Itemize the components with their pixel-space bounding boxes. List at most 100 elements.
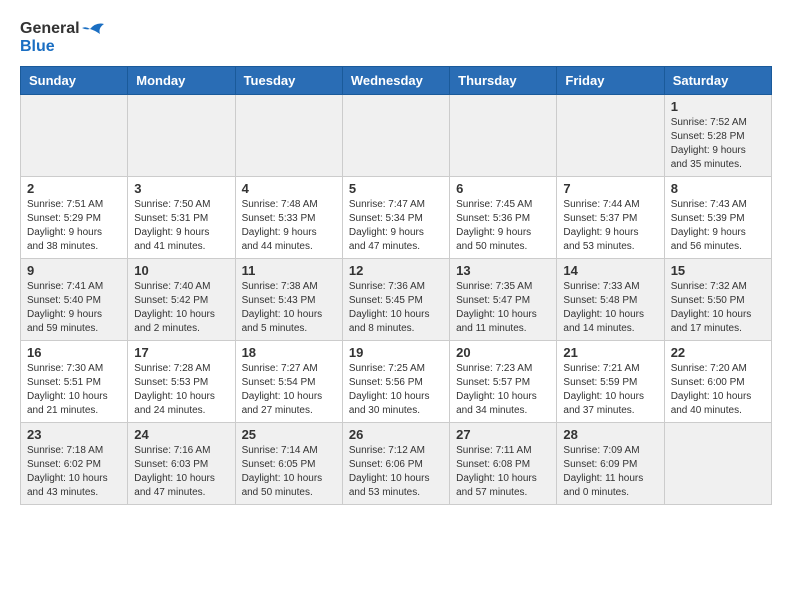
- day-number: 19: [349, 345, 443, 360]
- calendar-cell: 7Sunrise: 7:44 AM Sunset: 5:37 PM Daylig…: [557, 176, 664, 258]
- day-number: 10: [134, 263, 228, 278]
- day-info: Sunrise: 7:43 AM Sunset: 5:39 PM Dayligh…: [671, 198, 765, 254]
- day-number: 9: [27, 263, 121, 278]
- calendar-cell: [342, 94, 449, 176]
- week-row-4: 23 Sunrise: 7:18 AM Sunset: 6:02 PM Dayli…: [21, 422, 772, 504]
- calendar-cell: 13 Sunrise: 7:35 AM Sunset: 5:47 PM Dayli…: [450, 258, 557, 340]
- day-info: Sunrise: 7:45 AM Sunset: 5:36 PM Dayligh…: [456, 198, 550, 254]
- header-thursday: Thursday: [450, 66, 557, 94]
- day-number: 13: [456, 263, 550, 278]
- calendar-cell: 21 Sunrise: 7:21 AM Sunset: 5:59 PM Dayli…: [557, 340, 664, 422]
- day-number: 22: [671, 345, 765, 360]
- day-number: 2: [27, 181, 121, 196]
- calendar-cell: 14 Sunrise: 7:33 AM Sunset: 5:48 PM Dayli…: [557, 258, 664, 340]
- day-number: 11: [242, 263, 336, 278]
- day-info: Sunrise: 7:21 AM Sunset: 5:59 PM Dayligh…: [563, 362, 657, 418]
- week-row-3: 16 Sunrise: 7:30 AM Sunset: 5:51 PM Dayli…: [21, 340, 772, 422]
- header-tuesday: Tuesday: [235, 66, 342, 94]
- calendar-cell: 1Sunrise: 7:52 AM Sunset: 5:28 PM Daylig…: [664, 94, 771, 176]
- day-info: Sunrise: 7:50 AM Sunset: 5:31 PM Dayligh…: [134, 198, 228, 254]
- day-info: Sunrise: 7:20 AM Sunset: 6:00 PM Dayligh…: [671, 362, 765, 418]
- day-info: Sunrise: 7:36 AM Sunset: 5:45 PM Dayligh…: [349, 280, 443, 336]
- day-info: Sunrise: 7:28 AM Sunset: 5:53 PM Dayligh…: [134, 362, 228, 418]
- calendar-cell: 6 Sunrise: 7:45 AM Sunset: 5:36 PM Daylig…: [450, 176, 557, 258]
- week-row-0: 1Sunrise: 7:52 AM Sunset: 5:28 PM Daylig…: [21, 94, 772, 176]
- calendar-cell: 22 Sunrise: 7:20 AM Sunset: 6:00 PM Dayli…: [664, 340, 771, 422]
- calendar-cell: 8 Sunrise: 7:43 AM Sunset: 5:39 PM Daylig…: [664, 176, 771, 258]
- week-row-1: 2 Sunrise: 7:51 AM Sunset: 5:29 PM Daylig…: [21, 176, 772, 258]
- day-info: Sunrise: 7:23 AM Sunset: 5:57 PM Dayligh…: [456, 362, 550, 418]
- day-info: Sunrise: 7:30 AM Sunset: 5:51 PM Dayligh…: [27, 362, 121, 418]
- day-info: Sunrise: 7:52 AM Sunset: 5:28 PM Dayligh…: [671, 116, 765, 172]
- day-number: 17: [134, 345, 228, 360]
- day-info: Sunrise: 7:38 AM Sunset: 5:43 PM Dayligh…: [242, 280, 336, 336]
- header-friday: Friday: [557, 66, 664, 94]
- calendar-cell: 17 Sunrise: 7:28 AM Sunset: 5:53 PM Dayli…: [128, 340, 235, 422]
- day-number: 5: [349, 181, 443, 196]
- calendar-cell: [450, 94, 557, 176]
- calendar-cell: 19 Sunrise: 7:25 AM Sunset: 5:56 PM Dayli…: [342, 340, 449, 422]
- calendar-cell: [235, 94, 342, 176]
- day-info: Sunrise: 7:12 AM Sunset: 6:06 PM Dayligh…: [349, 444, 443, 500]
- logo: General Blue: [20, 20, 104, 56]
- calendar-cell: 2 Sunrise: 7:51 AM Sunset: 5:29 PM Daylig…: [21, 176, 128, 258]
- calendar-cell: [128, 94, 235, 176]
- day-number: 3: [134, 181, 228, 196]
- logo-container: General Blue: [20, 20, 104, 56]
- calendar-cell: [21, 94, 128, 176]
- day-info: Sunrise: 7:33 AM Sunset: 5:48 PM Dayligh…: [563, 280, 657, 336]
- day-number: 14: [563, 263, 657, 278]
- calendar-cell: 12 Sunrise: 7:36 AM Sunset: 5:45 PM Dayli…: [342, 258, 449, 340]
- calendar-cell: 11 Sunrise: 7:38 AM Sunset: 5:43 PM Dayli…: [235, 258, 342, 340]
- day-number: 23: [27, 427, 121, 442]
- day-number: 18: [242, 345, 336, 360]
- day-info: Sunrise: 7:47 AM Sunset: 5:34 PM Dayligh…: [349, 198, 443, 254]
- calendar-cell: 18Sunrise: 7:27 AM Sunset: 5:54 PM Dayli…: [235, 340, 342, 422]
- day-info: Sunrise: 7:48 AM Sunset: 5:33 PM Dayligh…: [242, 198, 336, 254]
- day-number: 16: [27, 345, 121, 360]
- day-info: Sunrise: 7:14 AM Sunset: 6:05 PM Dayligh…: [242, 444, 336, 500]
- day-info: Sunrise: 7:32 AM Sunset: 5:50 PM Dayligh…: [671, 280, 765, 336]
- calendar-cell: 27 Sunrise: 7:11 AM Sunset: 6:08 PM Dayli…: [450, 422, 557, 504]
- logo-blue-text: Blue: [20, 38, 104, 56]
- day-number: 27: [456, 427, 550, 442]
- header-sunday: Sunday: [21, 66, 128, 94]
- day-number: 7: [563, 181, 657, 196]
- day-number: 24: [134, 427, 228, 442]
- header-monday: Monday: [128, 66, 235, 94]
- calendar-cell: 9 Sunrise: 7:41 AM Sunset: 5:40 PM Daylig…: [21, 258, 128, 340]
- calendar-cell: [557, 94, 664, 176]
- day-number: 6: [456, 181, 550, 196]
- day-info: Sunrise: 7:25 AM Sunset: 5:56 PM Dayligh…: [349, 362, 443, 418]
- day-info: Sunrise: 7:35 AM Sunset: 5:47 PM Dayligh…: [456, 280, 550, 336]
- calendar-cell: 15 Sunrise: 7:32 AM Sunset: 5:50 PM Dayli…: [664, 258, 771, 340]
- day-info: Sunrise: 7:41 AM Sunset: 5:40 PM Dayligh…: [27, 280, 121, 336]
- day-number: 8: [671, 181, 765, 196]
- day-number: 12: [349, 263, 443, 278]
- calendar-table: SundayMondayTuesdayWednesdayThursdayFrid…: [20, 66, 772, 505]
- calendar-cell: 24Sunrise: 7:16 AM Sunset: 6:03 PM Dayli…: [128, 422, 235, 504]
- day-info: Sunrise: 7:18 AM Sunset: 6:02 PM Dayligh…: [27, 444, 121, 500]
- calendar-cell: 28 Sunrise: 7:09 AM Sunset: 6:09 PM Dayli…: [557, 422, 664, 504]
- calendar-cell: 26Sunrise: 7:12 AM Sunset: 6:06 PM Dayli…: [342, 422, 449, 504]
- calendar-cell: 25Sunrise: 7:14 AM Sunset: 6:05 PM Dayli…: [235, 422, 342, 504]
- day-number: 15: [671, 263, 765, 278]
- calendar-cell: 5 Sunrise: 7:47 AM Sunset: 5:34 PM Daylig…: [342, 176, 449, 258]
- week-row-2: 9 Sunrise: 7:41 AM Sunset: 5:40 PM Daylig…: [21, 258, 772, 340]
- day-number: 20: [456, 345, 550, 360]
- calendar-cell: 3 Sunrise: 7:50 AM Sunset: 5:31 PM Daylig…: [128, 176, 235, 258]
- day-info: Sunrise: 7:11 AM Sunset: 6:08 PM Dayligh…: [456, 444, 550, 500]
- calendar-cell: 10Sunrise: 7:40 AM Sunset: 5:42 PM Dayli…: [128, 258, 235, 340]
- calendar-cell: 16 Sunrise: 7:30 AM Sunset: 5:51 PM Dayli…: [21, 340, 128, 422]
- day-number: 28: [563, 427, 657, 442]
- calendar-header-row: SundayMondayTuesdayWednesdayThursdayFrid…: [21, 66, 772, 94]
- day-info: Sunrise: 7:51 AM Sunset: 5:29 PM Dayligh…: [27, 198, 121, 254]
- calendar-cell: 4 Sunrise: 7:48 AM Sunset: 5:33 PM Daylig…: [235, 176, 342, 258]
- day-number: 4: [242, 181, 336, 196]
- day-info: Sunrise: 7:09 AM Sunset: 6:09 PM Dayligh…: [563, 444, 657, 500]
- logo-general-text: General: [20, 20, 80, 38]
- header-saturday: Saturday: [664, 66, 771, 94]
- header: General Blue: [20, 20, 772, 56]
- day-number: 21: [563, 345, 657, 360]
- logo-bird-icon: [82, 20, 104, 38]
